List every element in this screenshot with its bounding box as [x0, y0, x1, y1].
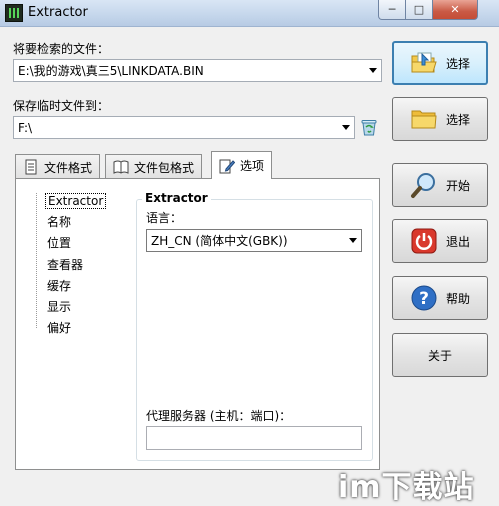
chevron-down-icon	[368, 68, 377, 73]
about-button[interactable]: 关于	[392, 333, 488, 377]
tree-item-viewer[interactable]: 查看器	[47, 256, 83, 273]
tab-package-format[interactable]: 文件包格式	[105, 154, 203, 179]
edit-document-icon	[219, 158, 236, 174]
chevron-down-icon	[341, 125, 350, 130]
group-title: Extractor	[142, 191, 211, 205]
maximize-button[interactable]: □	[406, 0, 433, 20]
language-value: ZH_CN (简体中文(GBK))	[151, 234, 288, 248]
search-file-combo[interactable]: E:\我的游戏\真三5\LINKDATA.BIN	[13, 59, 382, 82]
help-icon: ?	[410, 284, 438, 312]
select-folder-button[interactable]: 选择	[392, 97, 488, 141]
proxy-input[interactable]	[146, 426, 362, 450]
search-file-dropdown-arrow[interactable]	[364, 60, 381, 81]
tree-item-location[interactable]: 位置	[47, 234, 71, 251]
tab-package-format-label: 文件包格式	[134, 160, 195, 175]
language-select[interactable]: ZH_CN (简体中文(GBK))	[146, 229, 362, 252]
start-button-label: 开始	[445, 178, 470, 193]
exit-button[interactable]: 退出	[392, 219, 488, 263]
window-controls: ─ □ ✕	[378, 0, 496, 20]
svg-text:?: ?	[419, 289, 429, 309]
about-button-label: 关于	[427, 348, 452, 363]
temp-folder-dropdown-arrow[interactable]	[337, 117, 354, 138]
watermark: im下载站	[338, 470, 475, 505]
close-button[interactable]: ✕	[433, 0, 478, 20]
temp-folder-value: F:\	[18, 120, 33, 135]
folder-open-icon	[410, 49, 438, 77]
tab-options[interactable]: 选项	[211, 151, 273, 179]
chevron-down-icon	[348, 238, 357, 243]
help-button-label: 帮助	[445, 291, 470, 306]
book-icon	[113, 159, 129, 175]
window-title: Extractor	[28, 5, 88, 20]
app-icon	[5, 4, 23, 22]
minimize-button[interactable]: ─	[378, 0, 406, 20]
tab-file-format-label: 文件格式	[44, 160, 93, 175]
temp-folder-label: 保存临时文件到：	[13, 99, 110, 113]
search-file-value: E:\我的游戏\真三5\LINKDATA.BIN	[18, 64, 204, 78]
document-icon	[23, 159, 39, 175]
tree-item-cache[interactable]: 缓存	[47, 277, 71, 294]
help-button[interactable]: ? 帮助	[392, 276, 488, 320]
language-dropdown-arrow[interactable]	[344, 230, 361, 251]
language-label: 语言：	[146, 211, 183, 225]
tree-item-display[interactable]: 显示	[47, 298, 71, 315]
tree-item-name[interactable]: 名称	[47, 213, 71, 230]
tree-guide-line	[36, 193, 37, 328]
tree-item-preferences[interactable]: 偏好	[47, 319, 71, 336]
recycle-bin-icon[interactable]	[359, 117, 379, 137]
select-file-button[interactable]: 选择	[392, 41, 488, 85]
search-file-label: 将要检索的文件：	[13, 42, 110, 56]
proxy-label: 代理服务器 (主机：端口)：	[146, 409, 292, 423]
exit-button-label: 退出	[445, 234, 470, 249]
tab-file-format[interactable]: 文件格式	[15, 154, 101, 179]
select-folder-button-label: 选择	[445, 112, 470, 127]
magnifier-icon	[410, 171, 438, 199]
temp-folder-combo[interactable]: F:\	[13, 116, 355, 139]
power-icon	[410, 227, 438, 255]
tree-item-extractor[interactable]: Extractor	[45, 193, 107, 209]
tab-options-label: 选项	[240, 159, 265, 173]
select-file-button-label: 选择	[445, 56, 470, 71]
start-button[interactable]: 开始	[392, 163, 488, 207]
folder-icon	[410, 105, 438, 133]
